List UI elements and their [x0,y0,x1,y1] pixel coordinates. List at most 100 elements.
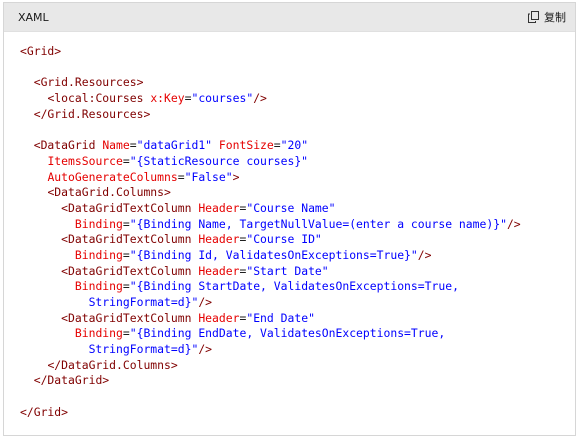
code-line: <DataGridTextColumn Header="Course Name" [20,201,575,217]
code-string: StringFormat=d}" [88,295,199,309]
code-line: </DataGrid> [20,373,575,389]
code-line: <DataGrid Name="dataGrid1" FontSize="20" [20,138,575,154]
code-tag: /> [253,91,267,106]
code-string: "courses" [191,91,254,106]
code-tag: <DataGridTextColumn [61,263,192,278]
language-label: XAML [18,10,49,24]
code-line: </DataGrid.Columns> [20,358,575,374]
code-tag: <DataGridTextColumn [61,200,192,215]
code-content[interactable]: <Grid> <Grid.Resources> <local:Courses x… [4,32,575,421]
copy-button[interactable]: 复制 [528,9,566,25]
code-attribute: x:Key [150,91,185,106]
code-string: "Start Date" [246,263,329,278]
code-string: "{StaticResource courses}" [129,153,309,168]
code-line: StringFormat=d}"/> [20,342,575,358]
code-tag: </Grid.Resources> [33,106,151,121]
code-attribute: Header [198,200,240,215]
code-line: ItemsSource="{StaticResource courses}" [20,154,575,170]
code-block: XAML 复制 <Grid> <Grid.Resources> <local:C… [3,2,576,436]
code-tag: /> [417,247,432,262]
code-line: <DataGridTextColumn Header="Course ID" [20,232,575,248]
code-whitespace: = [122,326,130,341]
code-line: </Grid> [20,405,575,421]
code-attribute: Binding [74,247,123,262]
code-line: Binding="{Binding Name, TargetNullValue=… [20,217,575,233]
code-string: "Course ID" [246,232,322,247]
code-tag: </DataGrid.Columns> [47,357,178,372]
code-string: "{Binding EndDate, ValidatesOnExceptions… [129,326,446,341]
code-tag: <DataGrid.Columns> [47,185,171,200]
code-attribute: FontSize [218,138,274,153]
code-tag: </DataGrid> [33,373,110,388]
code-string: "Course Name" [246,200,336,215]
code-string: StringFormat=d}" [88,342,199,357]
code-tag: <local:Courses [47,91,144,106]
code-string: "dataGrid1" [136,138,213,153]
code-line: <Grid.Resources> [20,75,575,91]
code-tag: /> [198,295,213,309]
code-whitespace: = [122,216,130,231]
code-attribute: Binding [74,216,123,231]
code-line: Binding="{Binding Id, ValidatesOnExcepti… [20,248,575,264]
code-attribute: Binding [74,326,123,341]
code-string: "End Date" [246,310,315,325]
code-tag: <DataGrid [33,138,96,153]
copy-icon [528,11,539,23]
code-line: <Grid> [20,44,575,60]
code-whitespace: = [129,138,137,153]
code-line: <DataGridTextColumn Header="End Date" [20,311,575,327]
code-whitespace: = [177,169,185,184]
code-tag: <Grid.Resources> [33,75,144,90]
code-tag: </Grid> [20,404,69,419]
code-whitespace: = [273,138,281,153]
code-attribute: Name [102,138,130,153]
code-line: </Grid.Resources> [20,107,575,123]
code-attribute: AutoGenerateColumns [47,169,178,184]
code-string: "20" [280,138,309,153]
code-tag: > [232,169,240,184]
code-line: <DataGridTextColumn Header="Start Date" [20,264,575,280]
code-tag: <Grid> [20,44,62,58]
code-attribute: ItemsSource [47,153,123,168]
code-whitespace: = [122,279,130,294]
code-attribute: Header [198,232,240,247]
code-string: "{Binding Name, TargetNullValue=(enter a… [129,216,507,231]
code-whitespace: = [122,153,130,168]
code-line: <DataGrid.Columns> [20,185,575,201]
code-tag: <DataGridTextColumn [61,232,192,247]
code-attribute: Header [198,263,240,278]
code-attribute: Header [198,310,240,325]
code-attribute: Binding [74,279,123,294]
code-line: Binding="{Binding EndDate, ValidatesOnEx… [20,326,575,342]
code-whitespace: = [122,247,130,262]
copy-label: 复制 [544,11,566,24]
code-string: "False" [184,169,233,184]
code-line: StringFormat=d}"/> [20,295,575,311]
code-line: Binding="{Binding StartDate, ValidatesOn… [20,279,575,295]
code-line: AutoGenerateColumns="False"> [20,170,575,186]
code-string: "{Binding StartDate, ValidatesOnExceptio… [129,279,459,294]
code-tag: /> [506,216,521,231]
code-tag: <DataGridTextColumn [61,310,192,325]
